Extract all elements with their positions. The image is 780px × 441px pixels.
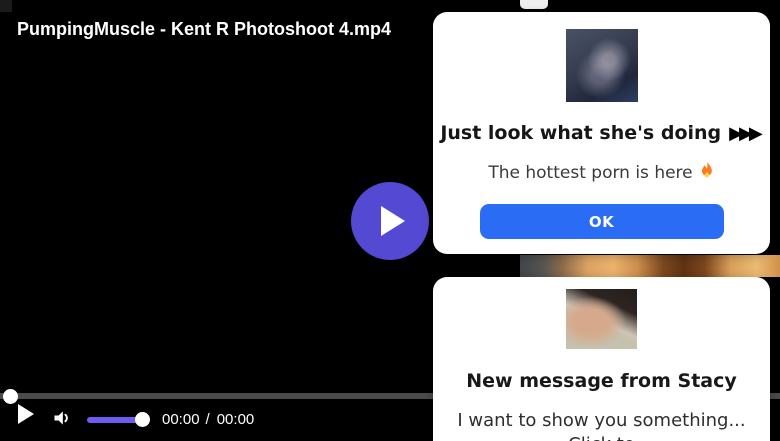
popup-offer: Just look what she's doing ▶▶▶ The hottes… — [433, 12, 770, 254]
triple-right-arrows-icon: ▶▶▶ — [729, 123, 762, 144]
seek-thumb[interactable] — [3, 389, 18, 404]
duration: 00:00 — [216, 411, 255, 428]
message-body[interactable]: I want to show you something... Click to — [433, 409, 770, 441]
offer-subtext-text: The hottest porn is here — [488, 163, 693, 183]
big-play-button[interactable] — [351, 182, 429, 260]
message-heading: New message from Stacy — [466, 370, 737, 392]
top-card-edge — [520, 0, 548, 9]
background-image-strip — [520, 255, 780, 277]
offer-heading-text: Just look what she's doing — [440, 122, 722, 144]
offer-subtext: The hottest porn is here — [488, 162, 714, 184]
ok-button[interactable]: OK — [479, 204, 724, 239]
fire-icon — [701, 162, 712, 178]
popup-message: New message from Stacy I want to show yo… — [433, 277, 770, 441]
volume-slider-thumb[interactable] — [135, 412, 150, 427]
offer-heading: Just look what she's doing ▶▶▶ — [440, 121, 762, 146]
offer-thumbnail-image[interactable] — [565, 29, 638, 102]
page: PumpingMuscle - Kent R Photoshoot 4.mp4 … — [0, 0, 780, 441]
volume-low-icon — [54, 411, 68, 425]
play-icon — [381, 206, 405, 236]
play-button[interactable] — [18, 404, 34, 424]
current-time: 00:00 — [162, 411, 200, 428]
time-separator: / — [205, 411, 210, 428]
time-display: 00:00 / 00:00 — [162, 411, 254, 428]
mute-button[interactable] — [52, 408, 72, 432]
message-avatar-image[interactable] — [566, 289, 637, 349]
corner-square — [0, 0, 12, 12]
